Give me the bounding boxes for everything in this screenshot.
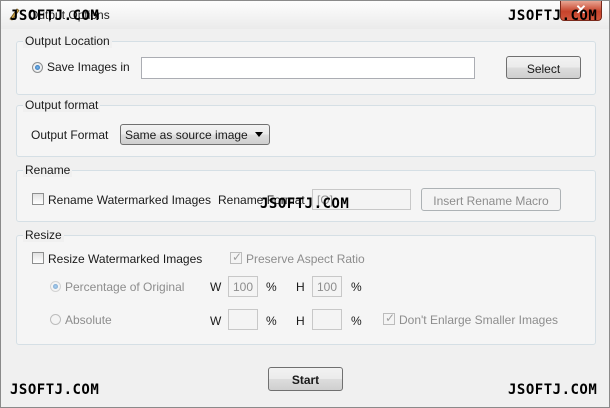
save-images-in-radio[interactable] — [32, 62, 43, 73]
output-format-select[interactable]: Same as source image — [120, 124, 270, 145]
abs-width-unit: % — [266, 314, 277, 328]
output-format-title: Output format — [23, 98, 101, 112]
resize-title: Resize — [23, 228, 64, 242]
insert-rename-macro-button[interactable]: Insert Rename Macro — [421, 188, 561, 211]
watermark-top-left: JSOFTJ.COM — [10, 8, 100, 24]
select-button[interactable]: Select — [506, 56, 581, 79]
preserve-aspect-ratio-checkbox[interactable]: ✓ — [230, 250, 243, 264]
abs-height-label: H — [296, 314, 305, 328]
output-location-group: Output Location Save Images in Select — [16, 34, 596, 95]
checkmark-icon: ✓ — [231, 250, 243, 264]
chevron-down-icon — [255, 132, 263, 137]
checkmark-icon: ✓ — [384, 311, 396, 325]
resize-watermarked-label: Resize Watermarked Images — [48, 252, 203, 266]
save-images-in-label: Save Images in — [47, 60, 130, 74]
abs-height-unit: % — [351, 314, 362, 328]
start-button[interactable]: Start — [268, 367, 343, 391]
absolute-radio[interactable] — [50, 314, 61, 325]
pct-height-input[interactable]: 100 — [312, 276, 342, 297]
watermark-bottom-left: JSOFTJ.COM — [10, 382, 100, 398]
dont-enlarge-label: Don't Enlarge Smaller Images — [399, 313, 559, 327]
output-location-title: Output Location — [23, 34, 112, 48]
abs-height-input[interactable] — [312, 309, 342, 330]
dont-enlarge-checkbox[interactable]: ✓ — [383, 311, 396, 325]
rename-title: Rename — [23, 163, 73, 177]
pct-width-unit: % — [266, 280, 277, 294]
pct-width-input[interactable]: 100 — [228, 276, 258, 297]
resize-group: Resize Resize Watermarked Images ✓ Prese… — [16, 228, 596, 345]
resize-watermarked-checkbox[interactable] — [32, 252, 44, 264]
percentage-of-original-label: Percentage of Original — [65, 280, 185, 294]
abs-width-label: W — [210, 314, 222, 328]
rename-watermarked-checkbox[interactable] — [32, 193, 44, 205]
abs-width-input[interactable] — [228, 309, 258, 330]
watermark-center: JSOFTJ.COM — [260, 196, 350, 212]
percentage-of-original-radio[interactable] — [50, 281, 61, 292]
pct-height-label: H — [296, 280, 305, 294]
preserve-aspect-ratio-label: Preserve Aspect Ratio — [246, 252, 365, 266]
absolute-label: Absolute — [65, 313, 112, 327]
output-format-label: Output Format — [31, 128, 109, 142]
watermark-bottom-right: JSOFTJ.COM — [508, 382, 598, 398]
watermark-top-right: JSOFTJ.COM — [508, 8, 598, 24]
rename-watermarked-label: Rename Watermarked Images — [48, 193, 211, 207]
pct-height-unit: % — [351, 280, 362, 294]
output-path-input[interactable] — [141, 57, 475, 79]
pct-width-label: W — [210, 280, 222, 294]
output-format-group: Output format Output Format Same as sour… — [16, 98, 596, 157]
